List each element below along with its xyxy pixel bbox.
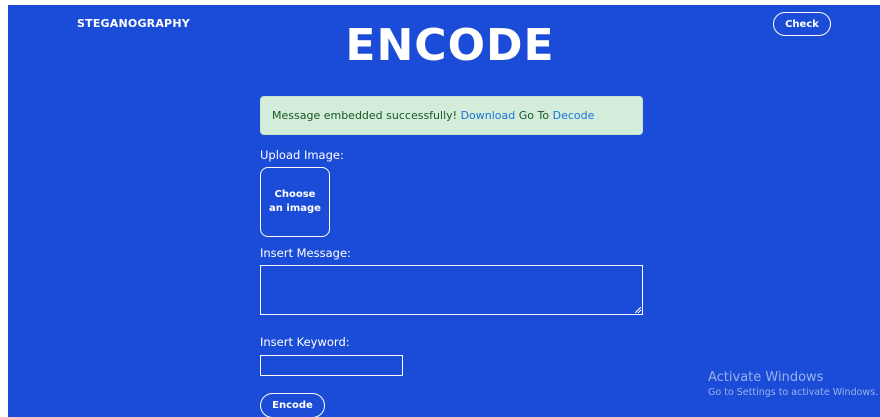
download-link[interactable]: Download — [461, 109, 516, 122]
decode-link[interactable]: Decode — [553, 109, 595, 122]
watermark-title: Activate Windows — [708, 370, 824, 385]
page-title: ENCODE — [345, 20, 555, 71]
watermark-subtitle: Go to Settings to activate Windows. — [708, 387, 879, 398]
upload-image-label: Upload Image: — [260, 148, 344, 162]
encode-button[interactable]: Encode — [260, 393, 325, 417]
choose-image-button[interactable]: Choose an image — [260, 167, 330, 237]
message-textarea[interactable] — [260, 265, 643, 315]
activate-windows-watermark: Activate Windows Go to Settings to activ… — [708, 369, 878, 400]
insert-keyword-label: Insert Keyword: — [260, 335, 350, 349]
insert-message-label: Insert Message: — [260, 246, 351, 260]
success-alert: Message embedded successfully! Download … — [260, 96, 643, 135]
alert-message: Message embedded successfully! — [272, 109, 458, 122]
alert-goto-text: Go To — [518, 109, 550, 122]
resize-grip-icon[interactable] — [635, 307, 641, 313]
keyword-input[interactable] — [260, 355, 403, 376]
page-background: STEGANOGRAPHY Check ENCODE Message embed… — [8, 5, 880, 417]
